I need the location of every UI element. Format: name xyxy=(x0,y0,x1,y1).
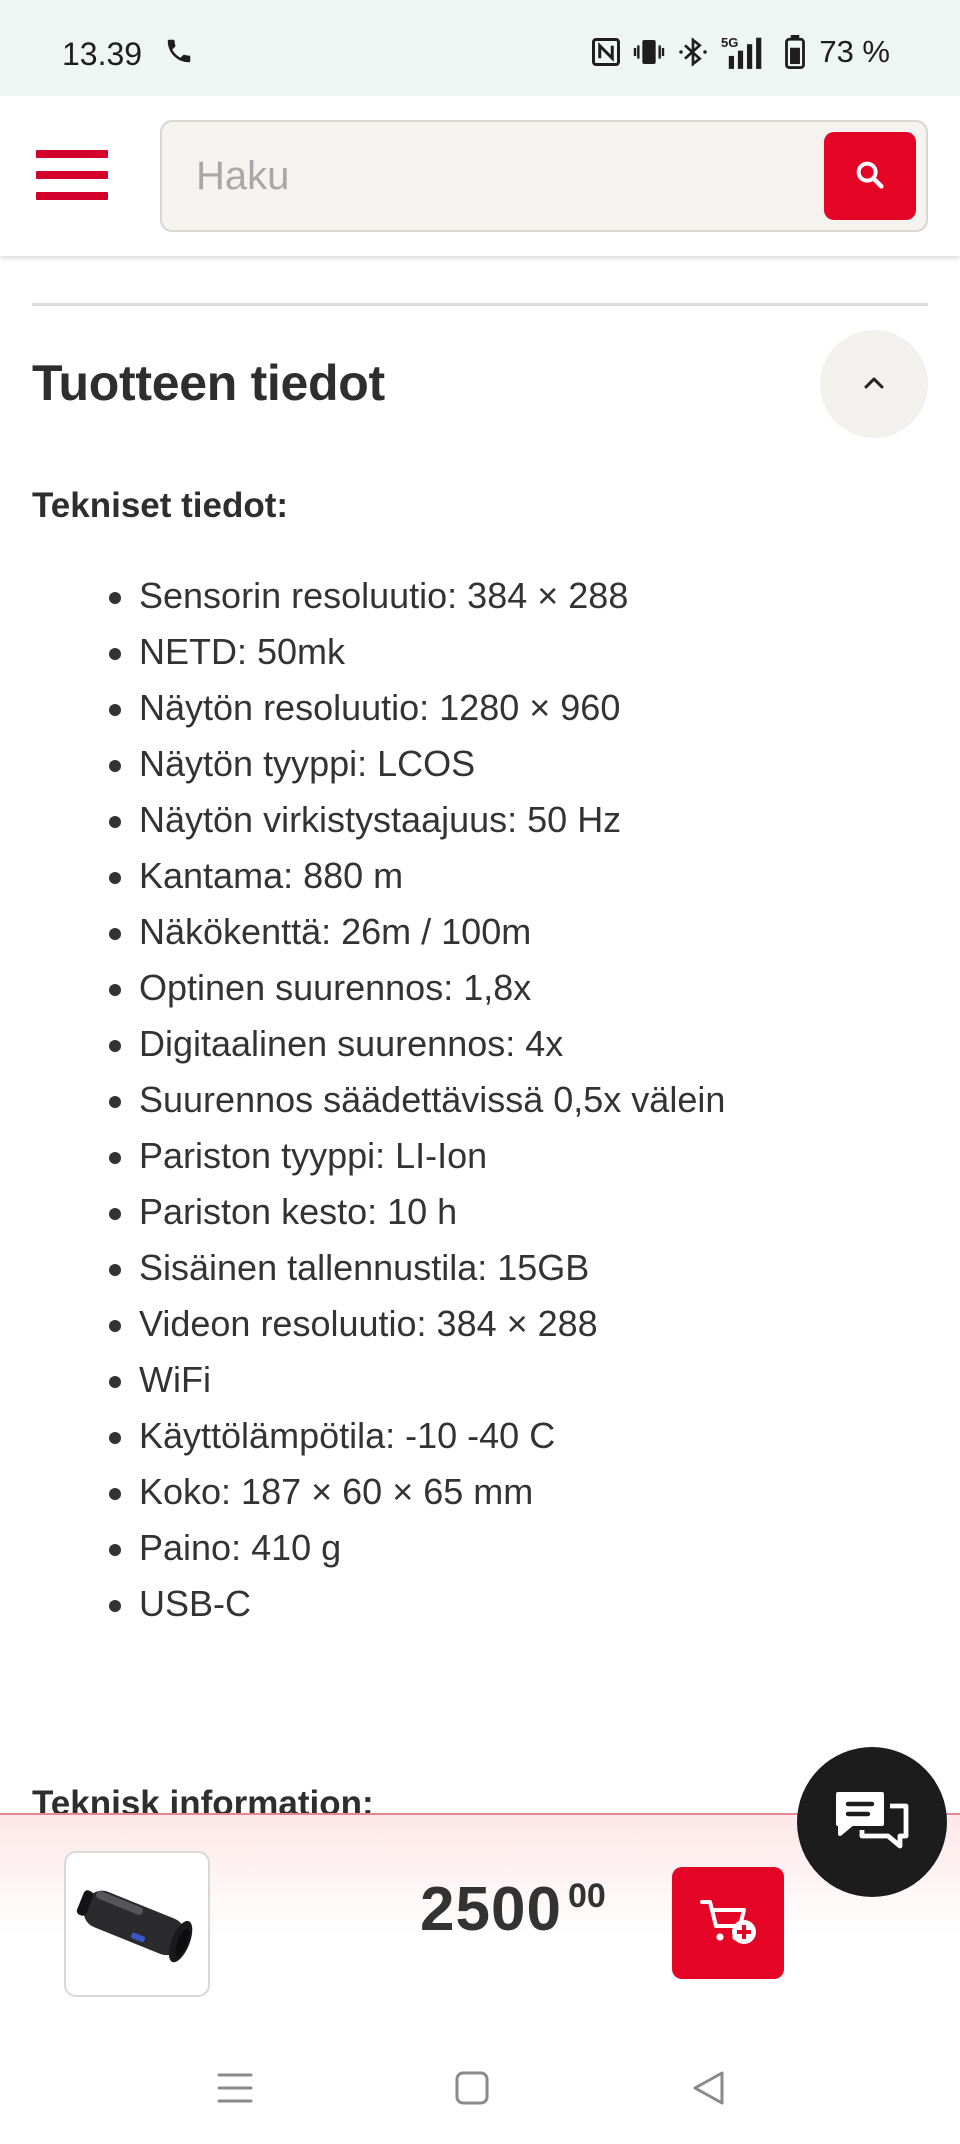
spec-text: Näytön virkistystaajuus: 50 Hz xyxy=(139,799,622,840)
status-time: 13.39 xyxy=(62,36,143,72)
spec-text: Näytön resoluutio: 1280 × 960 xyxy=(139,687,621,728)
section-divider xyxy=(32,303,928,306)
spec-text: Käyttölämpötila: -10 -40 C xyxy=(139,1415,556,1456)
spec-item: Optinen suurennos: 1,8x xyxy=(0,960,960,1016)
spec-text: Digitaalinen suurennos: 4x xyxy=(139,1023,564,1064)
recent-apps-icon[interactable] xyxy=(210,2063,260,2113)
bluetooth-icon xyxy=(677,36,709,68)
system-navigation-bar xyxy=(0,2033,960,2144)
spec-text: USB-C xyxy=(139,1583,252,1624)
spec-item: NETD: 50mk xyxy=(0,624,960,680)
product-thumbnail[interactable] xyxy=(64,1851,210,1997)
site-header xyxy=(0,96,960,256)
spec-item: Sensorin resoluutio: 384 × 288 xyxy=(0,568,960,624)
home-icon[interactable] xyxy=(447,2063,497,2113)
chat-button[interactable] xyxy=(797,1747,947,1897)
collapse-section-button[interactable] xyxy=(820,330,928,438)
product-price: 2500 00 xyxy=(420,1879,606,1941)
spec-item: WiFi xyxy=(0,1352,960,1408)
spec-item: Näytön tyyppi: LCOS xyxy=(0,736,960,792)
nfc-icon xyxy=(591,37,621,67)
battery-icon xyxy=(785,35,806,69)
spec-item: Pariston kesto: 10 h xyxy=(0,1184,960,1240)
spec-item: Sisäinen tallennustila: 15GB xyxy=(0,1240,960,1296)
spec-item: Paino: 410 g xyxy=(0,1520,960,1576)
spec-item: USB-C xyxy=(0,1576,960,1632)
search-input[interactable] xyxy=(196,144,756,208)
spec-item: Näkökenttä: 26m / 100m xyxy=(0,904,960,960)
hamburger-menu-icon[interactable] xyxy=(36,150,108,200)
spec-text: Optinen suurennos: 1,8x xyxy=(139,967,532,1008)
battery-percentage: 73 % xyxy=(819,34,890,69)
add-to-cart-button[interactable] xyxy=(672,1867,784,1979)
spec-list: Sensorin resoluutio: 384 × 288 NETD: 50m… xyxy=(0,568,960,1632)
spec-text: Koko: 187 × 60 × 65 mm xyxy=(139,1471,534,1512)
back-icon[interactable] xyxy=(684,2063,734,2113)
spec-item: Käyttölämpötila: -10 -40 C xyxy=(0,1408,960,1464)
spec-text: Pariston tyyppi: LI-Ion xyxy=(139,1135,488,1176)
specs-subheading: Tekniset tiedot: xyxy=(32,486,289,525)
search-button[interactable] xyxy=(824,132,916,220)
5g-signal-icon: 5G xyxy=(721,35,773,69)
spec-item: Koko: 187 × 60 × 65 mm xyxy=(0,1464,960,1520)
status-icons: 5G 73 % xyxy=(591,34,890,70)
phone-call-icon xyxy=(164,36,194,66)
spec-text: Sensorin resoluutio: 384 × 288 xyxy=(139,575,629,616)
status-bar: 13.39 5G 73 % xyxy=(0,0,960,96)
spec-text: Videon resoluutio: 384 × 288 xyxy=(139,1303,598,1344)
spec-text: Pariston kesto: 10 h xyxy=(139,1191,458,1232)
spec-item: Näytön resoluutio: 1280 × 960 xyxy=(0,680,960,736)
spec-text: Sisäinen tallennustila: 15GB xyxy=(139,1247,590,1288)
chevron-up-icon xyxy=(862,375,886,394)
search-icon xyxy=(853,158,887,195)
spec-text: Näkökenttä: 26m / 100m xyxy=(139,911,532,952)
spec-item: Videon resoluutio: 384 × 288 xyxy=(0,1296,960,1352)
chat-bubbles-icon xyxy=(834,1788,910,1857)
spec-text: WiFi xyxy=(139,1359,211,1400)
price-cents: 00 xyxy=(567,1877,606,1915)
svg-text:5G: 5G xyxy=(721,35,738,50)
spec-item: Pariston tyyppi: LI-Ion xyxy=(0,1128,960,1184)
add-to-cart-icon xyxy=(700,1896,756,1951)
price-main: 2500 xyxy=(420,1875,562,1944)
search-box xyxy=(160,120,928,232)
section-title: Tuotteen tiedot xyxy=(32,355,385,411)
spec-item: Kantama: 880 m xyxy=(0,848,960,904)
spec-text: NETD: 50mk xyxy=(139,631,346,672)
spec-text: Paino: 410 g xyxy=(139,1527,342,1568)
vibrate-icon xyxy=(633,36,665,68)
thermal-monocular-product-image xyxy=(76,1890,193,1963)
spec-text: Kantama: 880 m xyxy=(139,855,404,896)
spec-item: Näytön virkistystaajuus: 50 Hz xyxy=(0,792,960,848)
spec-text: Näytön tyyppi: LCOS xyxy=(139,743,476,784)
spec-text: Suurennos säädettävissä 0,5x välein xyxy=(139,1079,726,1120)
spec-item: Suurennos säädettävissä 0,5x välein xyxy=(0,1072,960,1128)
spec-item: Digitaalinen suurennos: 4x xyxy=(0,1016,960,1072)
